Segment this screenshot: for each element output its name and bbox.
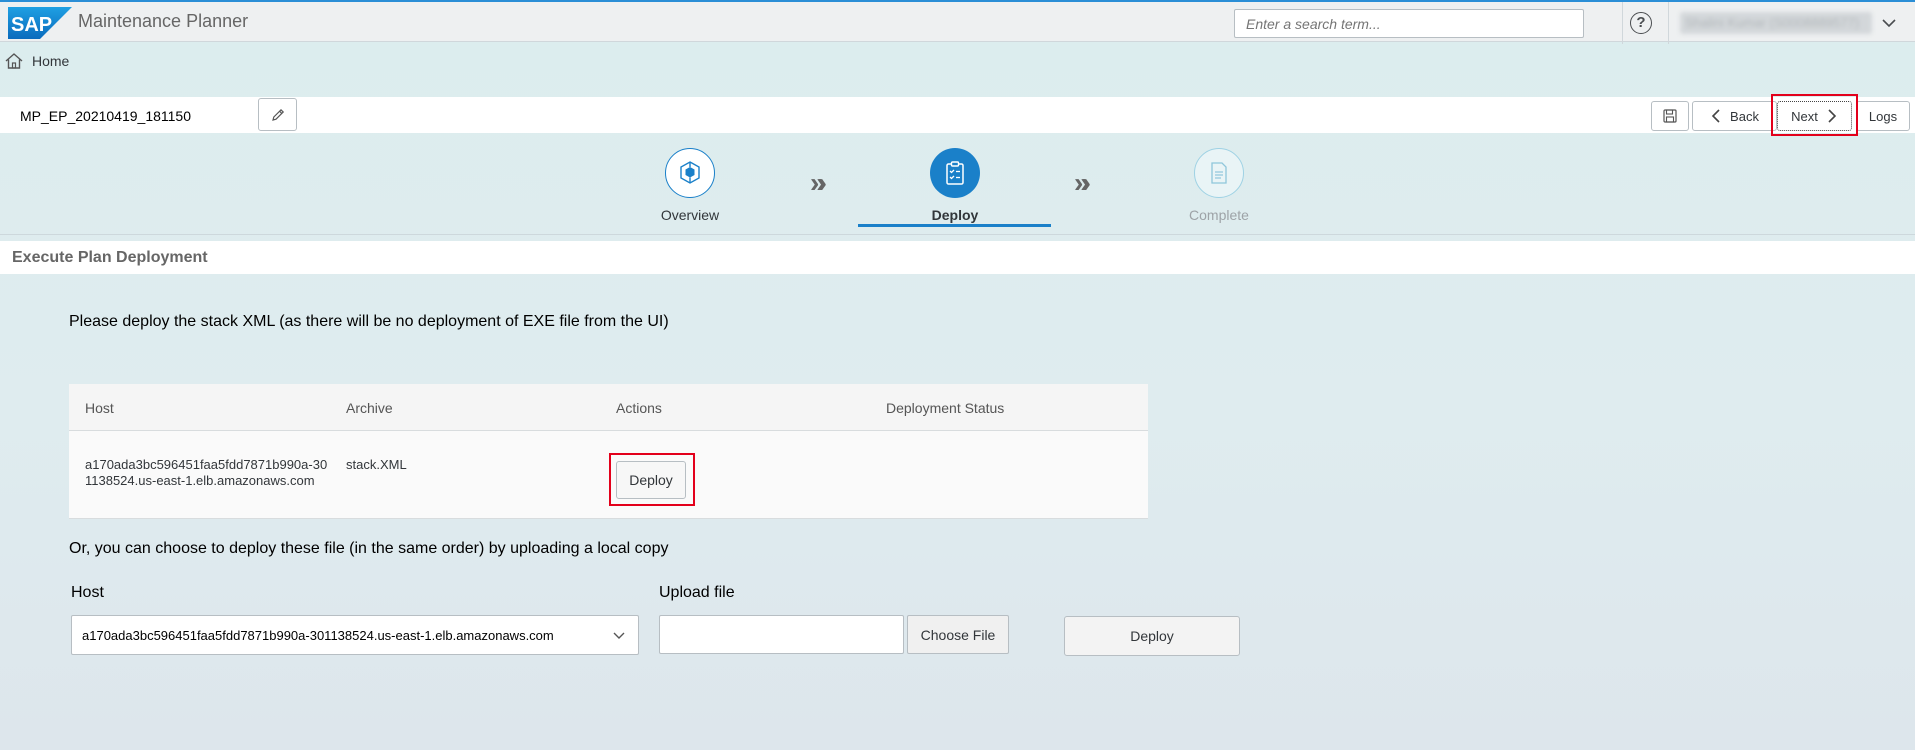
- row-archive: stack.XML: [346, 457, 407, 472]
- back-button[interactable]: Back: [1692, 101, 1777, 131]
- column-header-archive: Archive: [346, 400, 393, 416]
- search-input[interactable]: [1234, 9, 1584, 38]
- chevron-left-icon: [1711, 109, 1720, 123]
- shell-bar: SAP Maintenance Planner ? Shalini Kumar …: [0, 0, 1915, 44]
- chevron-down-icon[interactable]: [1880, 14, 1898, 32]
- plan-toolbar: MP_EP_20210419_181150 Back Next Logs: [0, 97, 1915, 133]
- step-overview[interactable]: [665, 148, 715, 198]
- column-header-deployment-status: Deployment Status: [886, 400, 1005, 416]
- edit-button[interactable]: [258, 98, 297, 131]
- sap-logo-icon[interactable]: SAP: [8, 7, 72, 39]
- steps-divider: [0, 234, 1915, 235]
- chevron-right-icon: [1828, 109, 1836, 123]
- choose-file-button[interactable]: Choose File: [907, 615, 1009, 654]
- step-label-overview[interactable]: Overview: [620, 207, 760, 223]
- active-step-indicator: [858, 224, 1051, 227]
- document-icon: [1211, 162, 1227, 184]
- table-header: Host Archive Actions Deployment Status: [69, 384, 1148, 431]
- next-button[interactable]: Next: [1777, 101, 1852, 131]
- section-header: Execute Plan Deployment: [0, 241, 1915, 274]
- shell-divider: [1668, 2, 1669, 44]
- overview-cube-icon: [680, 161, 700, 184]
- row-deploy-button[interactable]: Deploy: [616, 461, 686, 499]
- plan-name: MP_EP_20210419_181150: [20, 108, 192, 124]
- home-icon: [5, 53, 23, 69]
- file-name-field[interactable]: [659, 615, 904, 654]
- upload-file-label: Upload file: [659, 584, 735, 601]
- deploy-instruction: Please deploy the stack XML (as there wi…: [69, 313, 669, 330]
- step-label-deploy[interactable]: Deploy: [885, 207, 1025, 223]
- breadcrumb-home-label[interactable]: Home: [32, 53, 69, 69]
- host-select-value: a170ada3bc596451faa5fdd7871b990a-3011385…: [82, 628, 554, 643]
- chevron-down-icon: [613, 632, 625, 639]
- save-button[interactable]: [1651, 101, 1689, 131]
- host-label: Host: [71, 584, 104, 601]
- section-title: Execute Plan Deployment: [12, 249, 208, 266]
- logs-button-label: Logs: [1868, 108, 1898, 124]
- column-header-host: Host: [85, 400, 114, 416]
- logs-button[interactable]: Logs: [1856, 101, 1910, 131]
- step-complete: [1194, 148, 1244, 198]
- clipboard-checklist-icon: [946, 161, 964, 185]
- save-icon: [1663, 109, 1677, 123]
- app-title: Maintenance Planner: [78, 11, 249, 31]
- host-select[interactable]: a170ada3bc596451faa5fdd7871b990a-3011385…: [71, 615, 639, 655]
- pencil-icon: [271, 108, 284, 121]
- help-icon[interactable]: ?: [1630, 12, 1652, 34]
- upload-intro: Or, you can choose to deploy these file …: [69, 540, 669, 557]
- table-row: a170ada3bc596451faa5fdd7871b990a-3011385…: [69, 431, 1148, 519]
- breadcrumb[interactable]: Home: [4, 51, 69, 71]
- user-menu-name[interactable]: Shalini Kumar (S0008889577): [1680, 12, 1872, 34]
- sap-logo-text: SAP: [11, 14, 52, 36]
- back-button-label: Back: [1730, 108, 1759, 124]
- column-header-actions: Actions: [616, 400, 662, 416]
- step-arrow-icon: »›: [810, 167, 827, 198]
- upload-deploy-button[interactable]: Deploy: [1064, 616, 1240, 656]
- step-deploy[interactable]: [930, 148, 980, 198]
- deployment-table: Host Archive Actions Deployment Status a…: [69, 384, 1148, 519]
- step-arrow-icon: »›: [1074, 167, 1091, 198]
- shell-divider: [1622, 2, 1623, 44]
- next-button-label: Next: [1791, 108, 1818, 124]
- step-label-complete: Complete: [1189, 207, 1249, 223]
- row-host: a170ada3bc596451faa5fdd7871b990a-3011385…: [85, 457, 328, 488]
